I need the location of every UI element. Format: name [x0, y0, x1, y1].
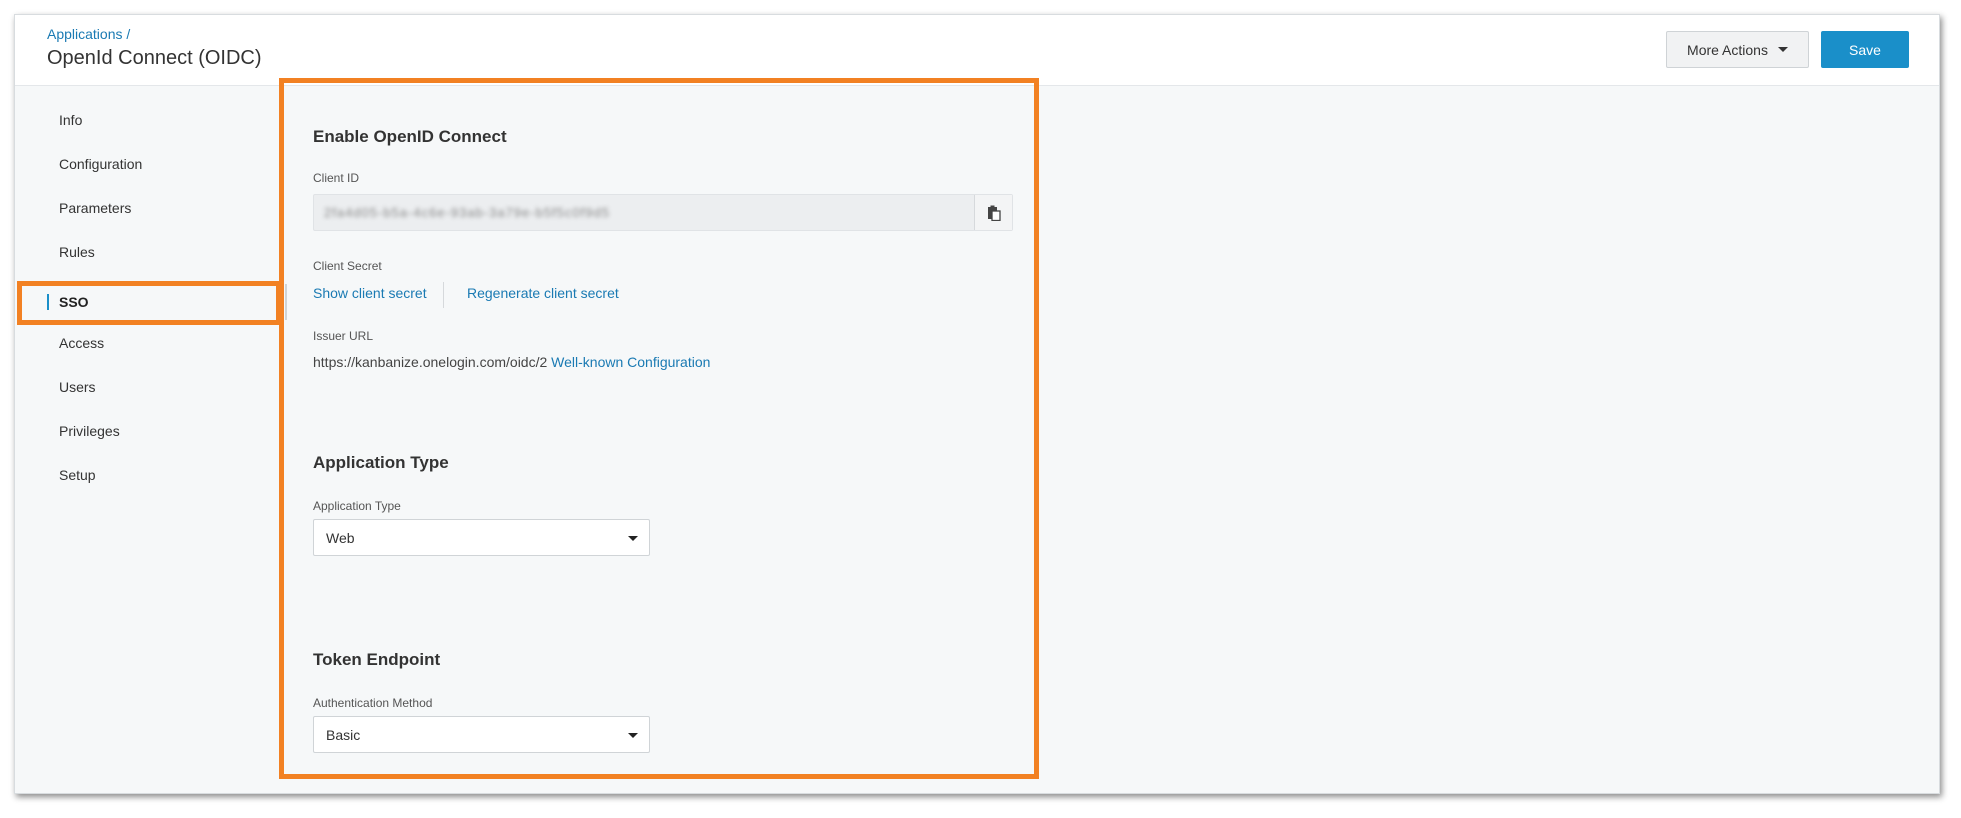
sidebar-item-info[interactable]: Info — [15, 102, 285, 138]
sidebar-item-sso[interactable]: SSO — [15, 284, 285, 320]
sidebar-item-label: Parameters — [59, 200, 132, 216]
more-actions-button[interactable]: More Actions — [1666, 31, 1809, 68]
caret-down-icon — [1777, 47, 1788, 52]
application-type-select[interactable]: Web — [313, 519, 650, 556]
authentication-method-select[interactable]: Basic — [313, 716, 650, 753]
well-known-configuration-link[interactable]: Well-known Configuration — [551, 354, 710, 370]
active-indicator — [47, 294, 49, 310]
nav-divider — [285, 284, 287, 320]
sidebar-item-parameters[interactable]: Parameters — [15, 190, 285, 226]
clipboard-copy-icon — [987, 205, 1001, 221]
issuer-url-value: https://kanbanize.onelogin.com/oidc/2 — [313, 354, 548, 370]
sidebar-item-access[interactable]: Access — [15, 325, 285, 361]
show-client-secret-link[interactable]: Show client secret — [313, 285, 427, 301]
client-id-field[interactable]: 2fa4d05-b5a-4c6e-93ab-3a79e-b5f5c0f9d5 — [313, 194, 1013, 231]
client-id-label: Client ID — [313, 171, 360, 185]
app-window: Applications / OpenId Connect (OIDC) Mor… — [14, 14, 1940, 794]
client-id-value: 2fa4d05-b5a-4c6e-93ab-3a79e-b5f5c0f9d5 — [324, 205, 610, 220]
page-header: Applications / OpenId Connect (OIDC) Mor… — [15, 15, 1939, 86]
sidebar-item-label: Configuration — [59, 156, 143, 172]
sidebar-item-label: Info — [59, 112, 83, 128]
sidebar-item-privileges[interactable]: Privileges — [15, 413, 285, 449]
caret-down-icon — [628, 536, 638, 541]
issuer-url-label: Issuer URL — [313, 329, 374, 343]
sidebar-item-label: Rules — [59, 244, 95, 260]
application-type-selected: Web — [326, 530, 355, 546]
more-actions-label: More Actions — [1687, 41, 1768, 58]
sidebar-item-configuration[interactable]: Configuration — [15, 146, 285, 182]
regenerate-client-secret-link[interactable]: Regenerate client secret — [467, 285, 619, 301]
sidebar-item-rules[interactable]: Rules — [15, 234, 285, 270]
link-divider — [443, 282, 444, 308]
sidebar-item-label: Setup — [59, 467, 96, 483]
breadcrumb-applications[interactable]: Applications / — [47, 26, 130, 42]
authentication-method-label: Authentication Method — [313, 696, 433, 710]
sidebar-item-label: Privileges — [59, 423, 120, 439]
page-title: OpenId Connect (OIDC) — [47, 47, 262, 69]
issuer-url-line: https://kanbanize.onelogin.com/oidc/2 We… — [313, 354, 710, 370]
section-title-token-endpoint: Token Endpoint — [313, 650, 441, 669]
sidebar-item-label: Users — [59, 379, 96, 395]
client-secret-label: Client Secret — [313, 259, 382, 273]
authentication-method-selected: Basic — [326, 727, 361, 743]
content-highlight-box — [279, 78, 1039, 779]
save-button[interactable]: Save — [1821, 31, 1909, 68]
section-title-application-type: Application Type — [313, 453, 449, 472]
sidebar-item-label: SSO — [59, 294, 89, 310]
caret-down-icon — [628, 733, 638, 738]
sidebar-item-setup[interactable]: Setup — [15, 457, 285, 493]
application-type-label: Application Type — [313, 499, 401, 513]
copy-client-id-button[interactable] — [974, 195, 1012, 230]
sidebar-item-label: Access — [59, 335, 105, 351]
section-title-enable-oidc: Enable OpenID Connect — [313, 127, 507, 146]
sidebar-item-users[interactable]: Users — [15, 369, 285, 405]
